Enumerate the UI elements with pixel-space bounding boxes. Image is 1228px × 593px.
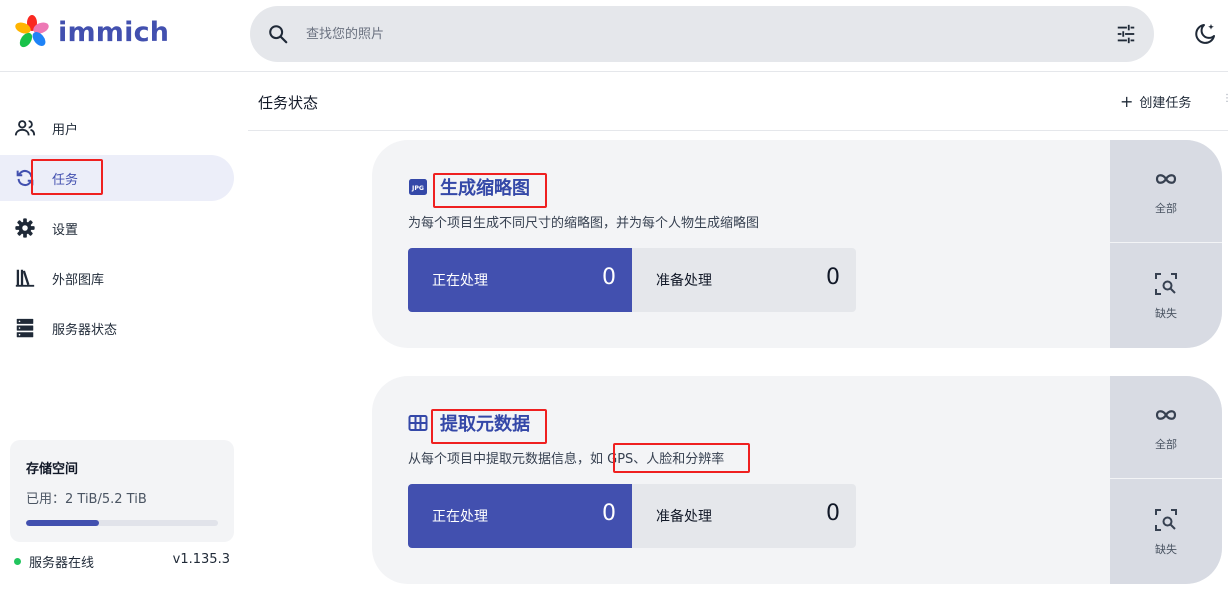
more-options-icon[interactable]: ⋮ [1222, 93, 1228, 107]
job-header: JPG 生成缩略图 [408, 174, 530, 200]
top-bar: immich [0, 0, 1228, 72]
active-count-box: 正在处理 0 [408, 248, 632, 312]
plus-icon: + [1120, 91, 1134, 111]
job-description: 为每个项目生成不同尺寸的缩略图，并为每个人物生成缩略图 [408, 216, 760, 231]
job-description: 从每个项目中提取元数据信息，如 GPS、人脸和分辨率 [408, 452, 725, 467]
search-input[interactable] [306, 23, 1086, 45]
active-count-box: 正在处理 0 [408, 484, 632, 548]
waiting-count: 0 [826, 265, 840, 290]
storage-panel: 存储空间 已用：2 TiB/5.2 TiB [10, 440, 234, 542]
create-job-label: 创建任务 [1139, 96, 1192, 111]
search-bar[interactable] [250, 6, 1154, 62]
job-card-thumbnails: JPG 生成缩略图 为每个项目生成不同尺寸的缩略图，并为每个人物生成缩略图 正在… [372, 140, 1222, 348]
sync-icon [16, 170, 34, 186]
server-status-row: 服务器在线 v1.135.3 [14, 552, 230, 571]
active-count: 0 [602, 501, 616, 526]
sidebar-item-external-libraries[interactable]: 外部图库 [0, 255, 234, 301]
page-header: 任务状态 + 创建任务 ⋮ [248, 72, 1228, 131]
run-all-button[interactable]: 全部 [1110, 376, 1222, 479]
waiting-count-box: 准备处理 0 [632, 248, 856, 312]
sidebar-item-users[interactable]: 用户 [0, 105, 234, 151]
active-label: 正在处理 [432, 509, 488, 525]
job-card-metadata: 提取元数据 从每个项目中提取元数据信息，如 GPS、人脸和分辨率 正在处理 0 … [372, 376, 1222, 584]
run-missing-button[interactable]: 缺失 [1110, 480, 1222, 583]
search-options-icon[interactable] [1115, 23, 1137, 45]
storage-usage-fill [26, 520, 99, 526]
active-label: 正在处理 [432, 273, 488, 289]
server-status-text: 服务器在线 [29, 556, 95, 571]
table-icon [408, 415, 428, 431]
active-count: 0 [602, 265, 616, 290]
storage-usage-text: 已用：2 TiB/5.2 TiB [26, 492, 147, 507]
library-icon [15, 269, 35, 287]
job-actions: 全部 缺失 [1110, 376, 1222, 584]
sidebar-item-settings[interactable]: 设置 [0, 205, 234, 251]
app-root: immich 查找您的照片 用户 任务 设置 外部图库 服务器状态 存储空间 已… [0, 0, 1228, 593]
infinity-icon [1155, 174, 1177, 184]
sidebar-item-label: 设置 [52, 222, 79, 238]
sidebar-item-server-status[interactable]: 服务器状态 [0, 305, 234, 351]
infinity-icon [1155, 410, 1177, 420]
sidebar-item-label: 服务器状态 [52, 322, 118, 338]
svg-text:JPG: JPG [411, 185, 424, 192]
page-title: 任务状态 [258, 94, 319, 112]
create-job-button[interactable]: + 创建任务 [1120, 92, 1191, 111]
run-all-label: 全部 [1155, 202, 1177, 215]
waiting-label: 准备处理 [656, 273, 712, 289]
job-header: 提取元数据 [408, 410, 530, 436]
run-all-label: 全部 [1155, 438, 1177, 451]
app-logo[interactable]: immich [14, 14, 169, 50]
dark-mode-icon[interactable] [1192, 21, 1218, 47]
sidebar-item-jobs[interactable]: 任务 [0, 155, 234, 201]
gear-icon [15, 218, 35, 238]
users-icon [14, 120, 36, 136]
run-missing-label: 缺失 [1155, 542, 1177, 556]
search-missing-icon [1155, 508, 1177, 531]
job-actions: 全部 缺失 [1110, 140, 1222, 348]
run-all-button[interactable]: 全部 [1110, 140, 1222, 243]
immich-logo-icon [15, 15, 49, 48]
online-status-dot [14, 558, 21, 565]
server-version[interactable]: v1.135.3 [173, 552, 230, 567]
app-name: immich [58, 16, 170, 48]
waiting-count: 0 [826, 501, 840, 526]
main-content: 任务状态 + 创建任务 ⋮ JPG 生成缩略图 为每个项目生成不同尺寸的缩略图，… [248, 72, 1228, 593]
storage-usage-bar [26, 520, 218, 526]
sidebar-item-label: 外部图库 [52, 272, 105, 288]
search-icon[interactable] [267, 23, 289, 45]
sidebar-item-label: 用户 [52, 122, 79, 138]
sidebar: 用户 任务 设置 外部图库 服务器状态 存储空间 已用：2 TiB/5.2 Ti… [0, 72, 248, 593]
run-missing-label: 缺失 [1155, 306, 1177, 320]
jpg-file-icon: JPG [409, 179, 427, 195]
run-missing-button[interactable]: 缺失 [1110, 244, 1222, 347]
waiting-count-box: 准备处理 0 [632, 484, 856, 548]
job-title: 生成缩略图 [440, 178, 530, 199]
server-icon [16, 318, 34, 338]
waiting-label: 准备处理 [656, 509, 712, 525]
storage-title: 存储空间 [26, 462, 79, 477]
sidebar-item-label: 任务 [52, 172, 79, 188]
job-title: 提取元数据 [440, 414, 530, 435]
search-missing-icon [1155, 272, 1177, 295]
